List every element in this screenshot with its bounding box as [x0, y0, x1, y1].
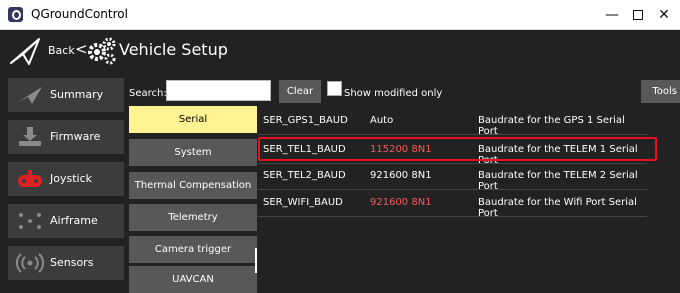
group-item-serial[interactable]: Serial: [129, 106, 257, 133]
highlighted-param-outline: [258, 137, 657, 161]
maximize-icon: [633, 10, 643, 20]
sidebar-item-label: Firmware: [50, 130, 101, 143]
firmware-download-icon: [19, 127, 41, 146]
window-title: QGroundControl: [31, 7, 128, 21]
param-value: 921600 8N1: [370, 170, 432, 181]
setup-sidebar: Summary Firmware Joystick Airframe Senso…: [0, 73, 126, 289]
sidebar-item-label: Sensors: [50, 256, 94, 269]
row-divider: [258, 134, 647, 135]
group-item-camera-trigger[interactable]: Camera trigger: [129, 236, 257, 263]
param-row[interactable]: SER_TEL2_BAUD 921600 8N1 Baudrate for th…: [258, 163, 647, 192]
group-list-scrollbar[interactable]: [255, 248, 257, 273]
joystick-icon: [18, 170, 42, 187]
param-name: SER_TEL2_BAUD: [263, 170, 346, 181]
sidebar-item-sensors[interactable]: Sensors: [8, 246, 124, 280]
param-name: SER_GPS1_BAUD: [263, 115, 348, 126]
sidebar-item-label: Summary: [50, 88, 104, 101]
param-name: SER_WIFI_BAUD: [263, 197, 343, 208]
clear-button[interactable]: Clear: [279, 80, 321, 103]
sidebar-item-summary[interactable]: Summary: [8, 78, 124, 112]
show-modified-label: Show modified only: [344, 88, 443, 99]
show-modified-checkbox[interactable]: [327, 81, 342, 96]
param-row[interactable]: SER_WIFI_BAUD 921600 8N1 Baudrate for th…: [258, 190, 647, 219]
search-label: Search:: [129, 88, 167, 99]
minimize-button[interactable]: —: [598, 4, 626, 26]
row-divider: [258, 216, 647, 217]
param-value-modified: 921600 8N1: [370, 197, 432, 208]
tools-button[interactable]: Tools: [641, 80, 680, 103]
sidebar-item-airframe[interactable]: Airframe: [8, 204, 124, 238]
window-titlebar: QGroundControl — ✕: [0, 0, 680, 30]
maximize-button[interactable]: [624, 4, 652, 26]
sidebar-item-firmware[interactable]: Firmware: [8, 120, 124, 154]
paper-plane-icon[interactable]: [8, 36, 42, 66]
sidebar-item-joystick[interactable]: Joystick: [8, 162, 124, 196]
sidebar-item-label: Joystick: [50, 172, 93, 185]
gears-icon: [88, 37, 116, 65]
group-item-telemetry[interactable]: Telemetry: [129, 204, 257, 231]
qgroundcontrol-app-icon: [8, 7, 23, 22]
param-row[interactable]: SER_GPS1_BAUD Auto Baudrate for the GPS …: [258, 108, 647, 137]
sidebar-item-label: Airframe: [50, 214, 98, 227]
setup-toolbar: Back < Vehicle Setup: [0, 31, 680, 71]
group-item-system[interactable]: System: [129, 139, 257, 166]
page-title: Vehicle Setup: [119, 40, 228, 59]
back-button[interactable]: Back: [48, 44, 75, 57]
group-item-thermal-compensation[interactable]: Thermal Compensation: [129, 172, 257, 199]
search-input[interactable]: [166, 80, 271, 101]
param-value: Auto: [370, 115, 394, 126]
back-chevron-icon[interactable]: <: [75, 40, 88, 58]
airframe-icon: [19, 213, 41, 229]
close-button[interactable]: ✕: [650, 4, 678, 26]
summary-plane-icon: [18, 87, 42, 104]
sensors-icon: [16, 253, 44, 273]
